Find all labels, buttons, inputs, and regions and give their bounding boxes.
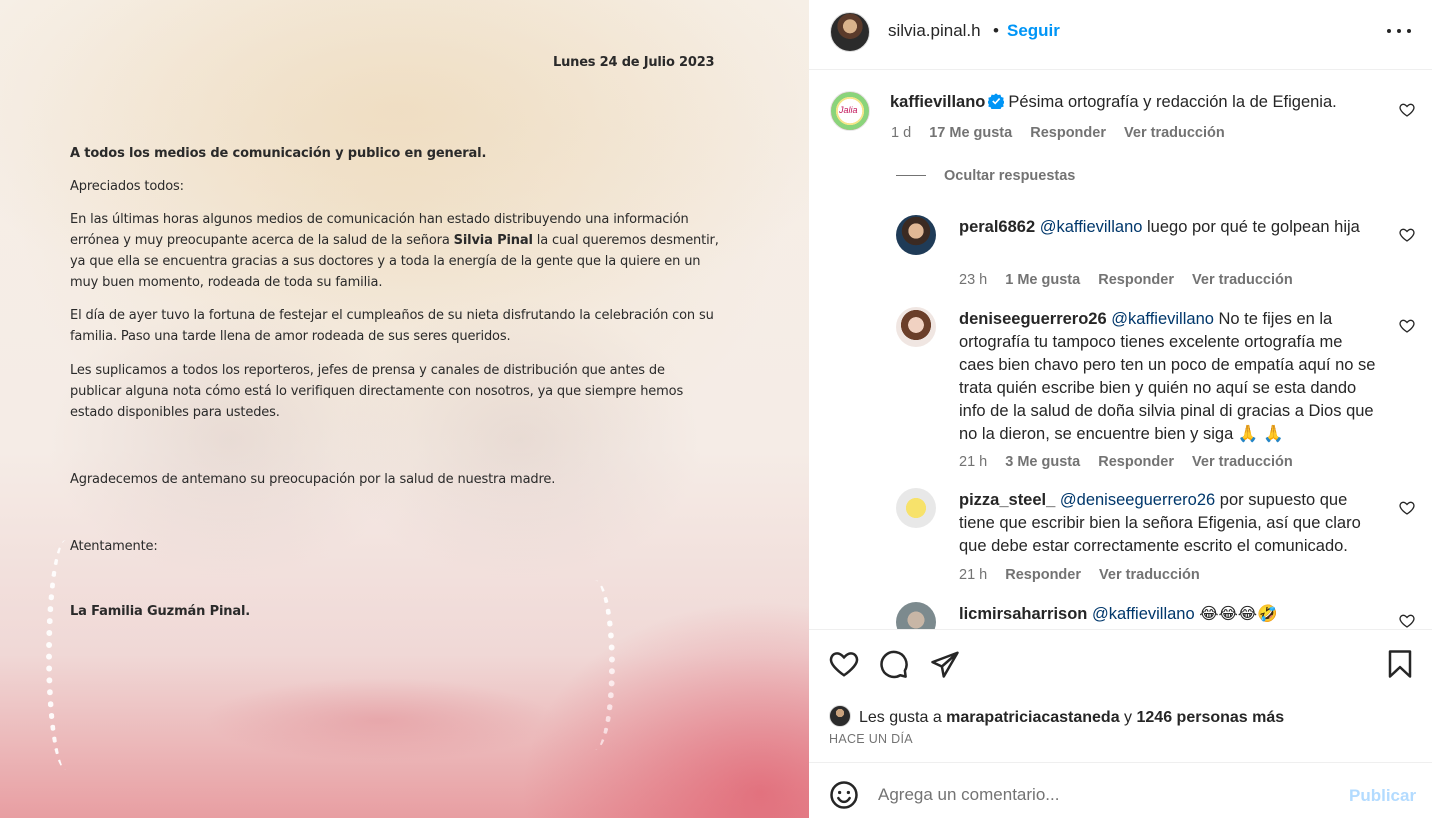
follow-button[interactable]: Seguir [1007,21,1060,41]
liker-avatar[interactable] [829,705,851,727]
comment-text: No te fijes en la ortografía tu tampoco … [959,310,1376,443]
reply-button[interactable]: Responder [1098,272,1174,288]
letter-signoff: Atentamente: [70,539,158,554]
liker-username[interactable]: marapatriciacastaneda [946,709,1119,726]
bookmark-icon[interactable] [1385,649,1415,679]
comment-body: licmirsaharrison @kaffievillano 😂😂😂🤣 [959,603,1379,626]
letter-paragraph-1: En las últimas horas algunos medios de c… [70,209,720,293]
comment-text: Pésima ortografía y redacción la de Efig… [1008,93,1337,111]
heart-icon[interactable] [1399,500,1415,516]
translate-button[interactable]: Ver traducción [1192,272,1293,288]
translate-button[interactable]: Ver traducción [1124,125,1225,141]
comment-mention[interactable]: @deniseeguerrero26 [1060,491,1215,509]
comment-icon[interactable] [879,649,909,679]
letter-heading: A todos los medios de comunicación y pub… [70,146,487,161]
letter-thanks: Agradecemos de antemano su preocupación … [70,472,556,487]
likes-middle: y [1119,709,1137,726]
comment-meta: 1 d 17 Me gusta Responder Ver traducción [891,125,1239,141]
heart-icon[interactable] [1399,318,1415,334]
emoji-icon[interactable] [829,780,859,810]
more-icon[interactable] [1386,18,1412,44]
comment-body: peral6862 @kaffievillano luego por qué t… [959,216,1379,239]
post-author-username[interactable]: silvia.pinal.h [888,21,981,41]
comment-avatar[interactable] [896,488,936,528]
letter: Lunes 24 de Julio 2023 A todos los medio… [0,0,809,818]
letter-p1-name: Silvia Pinal [453,233,533,248]
header-separator: • [993,21,999,40]
comment-likes[interactable]: 1 Me gusta [1005,272,1080,288]
comment-item: Jalia kaffievillano Pésima ortografía y r… [809,71,1432,161]
post-image: Lunes 24 de Julio 2023 A todos los medio… [0,0,809,818]
reply-button[interactable]: Responder [1005,567,1081,583]
comment-username[interactable]: deniseeguerrero26 [959,310,1107,328]
comment-input[interactable] [878,781,1338,809]
comment-likes[interactable]: 17 Me gusta [929,125,1012,141]
heart-icon[interactable] [1399,613,1415,629]
comment-likes[interactable]: 3 Me gusta [1005,454,1080,470]
hide-replies-label: Ocultar respuestas [944,168,1076,184]
heart-icon[interactable] [829,649,859,679]
avatar-logo-text: Jalia [839,105,858,115]
comment-avatar[interactable] [896,215,936,255]
hide-replies-line [896,175,926,176]
letter-paragraph-3: Les suplicamos a todos los reporteros, j… [70,363,684,420]
comment-username[interactable]: kaffievillano [890,93,985,111]
comment-mention[interactable]: @kaffievillano [1040,218,1143,236]
comment-username[interactable]: pizza_steel_ [959,491,1055,509]
comment-time[interactable]: 21 h [959,567,987,583]
comment-time[interactable]: 23 h [959,272,987,288]
comment-avatar[interactable]: Jalia [830,91,870,131]
heart-icon[interactable] [1399,227,1415,243]
letter-paragraph-2: El día de ayer tuvo la fortuna de festej… [70,308,714,344]
comment-meta: 23 h 1 Me gusta Responder Ver traducción [959,272,1307,288]
reply-button[interactable]: Responder [1030,125,1106,141]
translate-button[interactable]: Ver traducción [1099,567,1200,583]
comment-body: deniseeguerrero26 @kaffievillano No te f… [959,308,1379,446]
reply-button[interactable]: Responder [1098,454,1174,470]
letter-family: La Familia Guzmán Pinal. [70,604,251,619]
comment-time[interactable]: 21 h [959,454,987,470]
comment-text: 😂😂😂🤣 [1194,605,1278,623]
post-actions: Les gusta a marapatriciacastaneda y 1246… [809,629,1432,762]
likes-others-link[interactable]: 1246 personas más [1137,709,1285,726]
post-panel: silvia.pinal.h • Seguir Jalia kaffievill… [809,0,1432,818]
post-header: silvia.pinal.h • Seguir [809,0,1432,70]
comment-meta: 21 h 3 Me gusta Responder Ver traducción [959,454,1307,470]
heart-icon[interactable] [1399,102,1415,118]
hide-replies-button[interactable]: Ocultar respuestas [896,168,1075,184]
letter-greeting: Apreciados todos: [70,179,184,194]
comment-mention[interactable]: @kaffievillano [1092,605,1195,623]
comment-text: luego por qué te golpean hija [1142,218,1360,236]
comment-avatar[interactable] [896,307,936,347]
comment-username[interactable]: peral6862 [959,218,1035,236]
verified-icon [988,93,1005,109]
share-icon[interactable] [930,649,960,679]
comment-body: kaffievillano Pésima ortografía y redacci… [890,91,1370,114]
post-timestamp[interactable]: HACE UN DÍA [829,732,913,746]
comment-composer: Publicar [809,762,1432,818]
comment-avatar[interactable] [896,602,936,629]
avatar[interactable] [830,12,870,52]
publish-button[interactable]: Publicar [1349,786,1416,806]
comment-username[interactable]: licmirsaharrison [959,605,1087,623]
comment-time[interactable]: 1 d [891,125,911,141]
comment-meta: 21 h Responder Ver traducción [959,567,1214,583]
comments-list[interactable]: Jalia kaffievillano Pésima ortografía y r… [809,71,1432,629]
likes-prefix: Les gusta a [859,709,947,726]
comment-body: pizza_steel_ @deniseeguerrero26 por supu… [959,489,1379,558]
letter-date: Lunes 24 de Julio 2023 [553,55,715,70]
comment-mention[interactable]: @kaffievillano [1111,310,1214,328]
likes-summary: Les gusta a marapatriciacastaneda y 1246… [829,705,1284,727]
translate-button[interactable]: Ver traducción [1192,454,1293,470]
